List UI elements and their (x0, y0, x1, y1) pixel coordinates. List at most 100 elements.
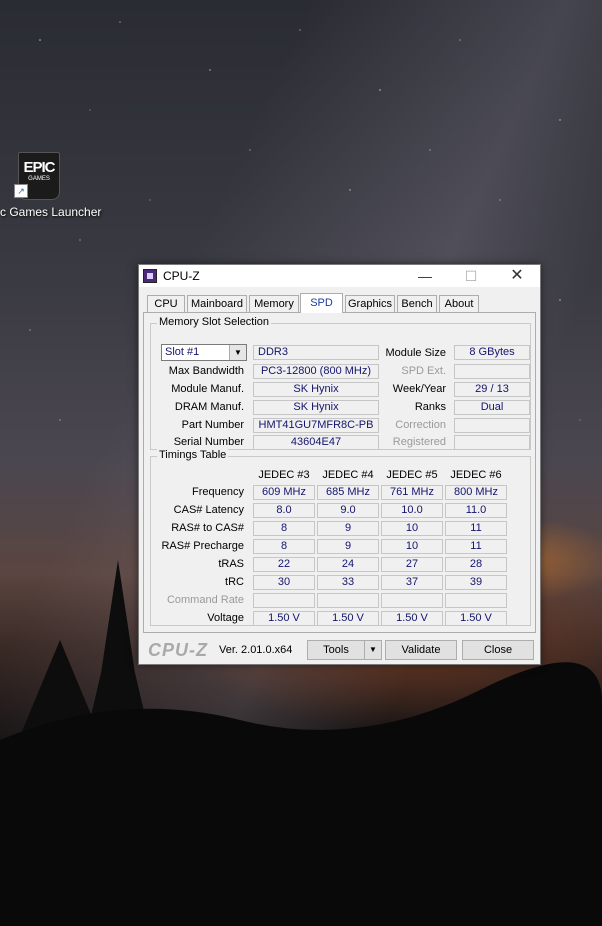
chevron-down-icon[interactable]: ▼ (229, 345, 246, 360)
timing-cell: 24 (317, 557, 379, 572)
tree-silhouette (10, 560, 146, 760)
module-size-field: 8 GBytes (454, 345, 530, 360)
timing-cell: 9 (317, 521, 379, 536)
timings-table-group-title: Timings Table (157, 449, 229, 461)
part-number-field: HMT41GU7MFR8C-PB (253, 418, 379, 433)
timing-cell: 33 (317, 575, 379, 590)
cpuz-window: CPU-Z — ☐ ✕ CPU Mainboard Memory SPD Gra… (138, 264, 541, 665)
timing-row-label: tRC (225, 576, 244, 588)
tab-memory[interactable]: Memory (249, 295, 299, 312)
timing-cell (381, 593, 443, 608)
timings-column-header: JEDEC #6 (450, 469, 502, 481)
part-number-label: Part Number (181, 419, 244, 431)
module-manuf-label: Module Manuf. (171, 383, 244, 395)
close-button[interactable]: Close (462, 640, 534, 660)
shortcut-arrow-icon: ↗ (14, 184, 28, 198)
hills-silhouette (0, 662, 602, 926)
timing-cell: 11 (445, 521, 507, 536)
timing-cell: 27 (381, 557, 443, 572)
timing-cell: 800 MHz (445, 485, 507, 500)
timing-row-label: Voltage (207, 612, 244, 624)
tab-bench[interactable]: Bench (397, 295, 437, 312)
timings-column-header: JEDEC #4 (322, 469, 374, 481)
timing-row-label: Frequency (192, 486, 244, 498)
registered-label: Registered (392, 436, 446, 448)
memory-slot-group: Memory Slot Selection Slot #1 ▼ DDR3 Max… (150, 316, 531, 450)
serial-number-field: 43604E47 (253, 435, 379, 450)
tab-graphics[interactable]: Graphics (345, 295, 395, 312)
desktop-icon-label[interactable]: c Games Launcher (0, 205, 101, 219)
timing-row-label: CAS# Latency (173, 504, 244, 516)
spd-panel: Memory Slot Selection Slot #1 ▼ DDR3 Max… (143, 312, 536, 633)
timing-cell: 11.0 (445, 503, 507, 518)
module-size-label: Module Size (385, 347, 446, 359)
dram-manuf-field: SK Hynix (253, 400, 379, 415)
week-year-field: 29 / 13 (454, 382, 530, 397)
validate-button[interactable]: Validate (385, 640, 457, 660)
timing-cell (317, 593, 379, 608)
timing-cell: 1.50 V (317, 611, 379, 626)
spd-ext-label: SPD Ext. (401, 365, 446, 377)
timing-cell: 11 (445, 539, 507, 554)
registered-field (454, 435, 530, 450)
timing-cell: 28 (445, 557, 507, 572)
maximize-button[interactable]: ☐ (448, 265, 494, 287)
memory-type-field: DDR3 (253, 345, 379, 360)
timing-cell: 10.0 (381, 503, 443, 518)
dram-manuf-label: DRAM Manuf. (174, 401, 244, 413)
timing-cell: 1.50 V (445, 611, 507, 626)
timing-cell: 8 (253, 539, 315, 554)
timings-table-group: Timings Table JEDEC #3 JEDEC #4 JEDEC #5… (150, 449, 531, 626)
timing-cell: 9 (317, 539, 379, 554)
cpuz-app-icon (143, 269, 157, 283)
timing-cell (253, 593, 315, 608)
timing-cell: 8 (253, 521, 315, 536)
ranks-field: Dual (454, 400, 530, 415)
timing-row-label: Command Rate (166, 594, 244, 606)
cpuz-brand-logo: CPU-Z (148, 640, 208, 660)
title-bar[interactable]: CPU-Z — ☐ ✕ (139, 265, 540, 287)
timing-row-label: tRAS (218, 558, 244, 570)
ranks-label: Ranks (414, 401, 446, 413)
timing-cell: 10 (381, 521, 443, 536)
timing-cell: 30 (253, 575, 315, 590)
memory-slot-group-title: Memory Slot Selection (157, 316, 272, 328)
tab-about[interactable]: About (439, 295, 479, 312)
timing-cell: 39 (445, 575, 507, 590)
tools-dropdown-arrow-icon[interactable]: ▼ (364, 640, 382, 660)
tools-button[interactable]: Tools (307, 640, 365, 660)
timing-cell: 1.50 V (253, 611, 315, 626)
timing-row-label: RAS# Precharge (161, 540, 244, 552)
timing-cell: 9.0 (317, 503, 379, 518)
module-manuf-field: SK Hynix (253, 382, 379, 397)
minimize-button[interactable]: — (402, 265, 448, 287)
tab-spd[interactable]: SPD (300, 293, 343, 313)
timing-cell: 1.50 V (381, 611, 443, 626)
correction-label: Correction (395, 419, 446, 431)
timing-cell: 37 (381, 575, 443, 590)
window-footer: CPU-Z Ver. 2.01.0.x64 Tools ▼ Validate C… (139, 635, 540, 664)
max-bandwidth-label: Max Bandwidth (168, 365, 244, 377)
timings-column-header: JEDEC #5 (386, 469, 438, 481)
timing-cell: 8.0 (253, 503, 315, 518)
window-title: CPU-Z (163, 269, 200, 283)
close-window-button[interactable]: ✕ (494, 265, 540, 287)
max-bandwidth-field: PC3-12800 (800 MHz) (253, 364, 379, 379)
version-label: Ver. 2.01.0.x64 (219, 644, 293, 656)
timing-cell: 22 (253, 557, 315, 572)
tab-mainboard[interactable]: Mainboard (187, 295, 247, 312)
slot-select[interactable]: Slot #1 ▼ (161, 344, 247, 361)
spd-ext-field (454, 364, 530, 379)
timing-cell (445, 593, 507, 608)
timing-cell: 609 MHz (253, 485, 315, 500)
timing-cell: 685 MHz (317, 485, 379, 500)
correction-field (454, 418, 530, 433)
tab-cpu[interactable]: CPU (147, 295, 185, 312)
slot-select-value: Slot #1 (165, 346, 200, 358)
epic-games-launcher-shortcut[interactable]: EPIC GAMES ↗ (14, 152, 62, 202)
timing-cell: 761 MHz (381, 485, 443, 500)
timings-column-header: JEDEC #3 (258, 469, 310, 481)
timing-row-label: RAS# to CAS# (171, 522, 244, 534)
serial-number-label: Serial Number (173, 436, 244, 448)
timing-cell: 10 (381, 539, 443, 554)
